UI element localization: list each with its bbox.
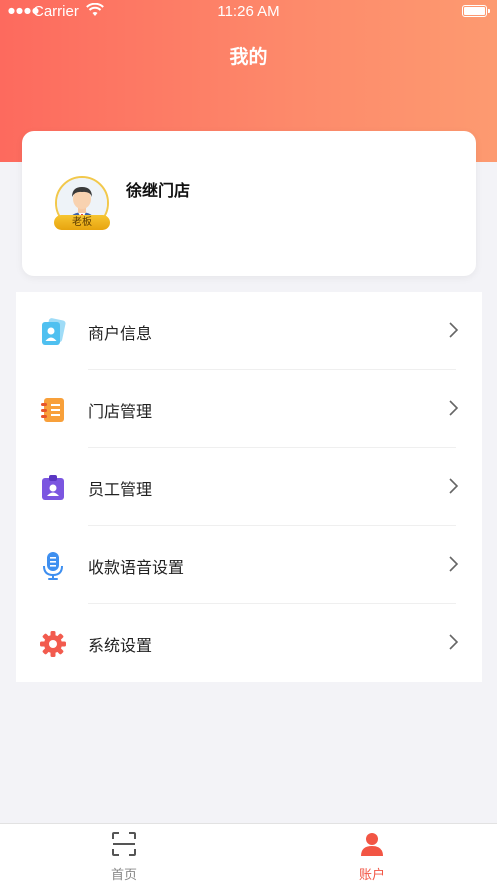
menu-item-system-settings[interactable]: 系统设置 [16,604,482,682]
user-icon [359,831,385,857]
menu-item-employee-management[interactable]: 员工管理 [16,448,482,526]
chevron-right-icon [448,477,460,495]
store-name: 徐继门店 [126,181,191,200]
tab-account-label: 账户 [358,868,385,883]
chevron-right-icon [448,633,460,651]
page-title: 我的 [229,46,268,68]
menu-item-merchant-info[interactable]: 商户信息 [16,292,482,370]
avatar[interactable]: 老板 [54,176,111,232]
menu-item-voice-settings[interactable]: 收款语音设置 [16,526,482,604]
settings-gear-icon [38,629,68,659]
menu-list: 商户信息 门店管理 员工管理 收款语音设置 系统设置 [16,292,482,682]
tab-account[interactable]: 账户 [248,824,496,883]
menu-item-label: 门店管理 [88,402,153,421]
tab-home-label: 首页 [110,868,137,883]
chevron-right-icon [448,555,460,573]
chevron-right-icon [448,321,460,339]
battery-icon [462,5,490,17]
menu-item-store-management[interactable]: 门店管理 [16,370,482,448]
role-badge: 老板 [54,215,110,230]
menu-item-label: 收款语音设置 [88,558,185,577]
status-bar: ●●●● Carrier 11:26 AM [0,0,497,24]
tab-home[interactable]: 首页 [0,824,248,883]
employee-badge-icon [38,473,68,503]
store-notebook-icon [38,395,68,425]
profile-card[interactable]: 老板 徐继门店 [22,131,476,276]
scan-icon [111,831,137,857]
voice-mic-icon [38,551,68,581]
menu-item-label: 商户信息 [88,324,153,343]
chevron-right-icon [448,399,460,417]
status-time: 11:26 AM [217,3,280,20]
menu-item-label: 系统设置 [88,636,153,655]
tab-bar: 首页 账户 [0,823,497,883]
merchant-card-icon [38,317,68,347]
menu-item-label: 员工管理 [88,480,153,499]
